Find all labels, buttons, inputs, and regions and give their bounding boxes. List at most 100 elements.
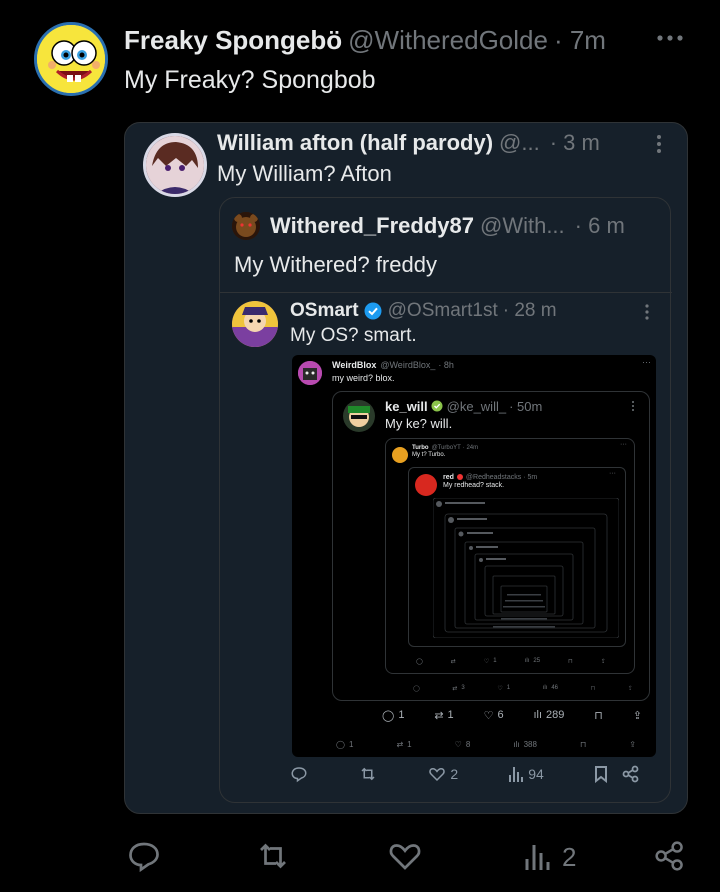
turbo-time[interactable]: · 24m	[463, 445, 478, 451]
osmart-action-bar: ◯ 1 ⇄ 1 ♡ 8 ılı 388 ⊓ ⇪	[336, 737, 636, 751]
osmart-like-button[interactable]: ♡ 8	[455, 740, 471, 749]
main-views-button[interactable]: 2	[524, 840, 576, 874]
freddy-author-name[interactable]: Withered_Freddy87	[270, 213, 474, 239]
osmart-bookmark-icon[interactable]: ⊓	[580, 740, 586, 749]
weirdblox-views-icon: ılı	[533, 709, 543, 721]
kewill-time[interactable]: · 50m	[509, 399, 542, 414]
kewill-share-icon[interactable]: ⇪	[628, 685, 633, 692]
kewill-header: ke_will @ke_will_ · 50m	[385, 398, 615, 414]
quote-card-turbo[interactable]: Turbo @TurboYT · 24m ··· My t? Turbo. re…	[385, 438, 635, 674]
william-avatar[interactable]	[143, 133, 207, 197]
turbo-reply-icon[interactable]: ◯	[416, 658, 423, 665]
weirdblox-share-icon[interactable]: ⇪	[633, 709, 642, 722]
weirdblox-time[interactable]: · 8h	[438, 360, 454, 370]
red-time[interactable]: · 5m	[523, 474, 537, 481]
william-handle[interactable]: @...	[499, 130, 540, 156]
views-icon	[525, 845, 550, 870]
william-more-icon[interactable]	[655, 133, 663, 155]
freddy-tweet-text: My Withered? freddy	[234, 252, 437, 277]
quote-card-kewill[interactable]: ke_will @ke_will_ · 50m My ke? will. Tur…	[332, 391, 650, 701]
main-more-icon[interactable]	[654, 28, 686, 48]
kewill-retweet-icon: ⇄	[452, 685, 458, 692]
osmart-more-icon[interactable]	[644, 303, 650, 321]
osmart-reply-button[interactable]: ◯ 1	[336, 740, 353, 749]
osmart-retweet-button[interactable]: ⇄ 1	[396, 740, 411, 749]
turbo-like-button[interactable]: ♡ 1	[484, 658, 497, 665]
kewill-more-icon[interactable]	[631, 400, 635, 412]
kewill-like-count: 1	[506, 685, 511, 691]
william-like-button[interactable]: 2	[428, 765, 458, 783]
osmart-author-name[interactable]: OSmart	[290, 300, 359, 322]
share-icon	[655, 841, 683, 871]
kewill-bookmark-icon[interactable]: ⊓	[591, 685, 596, 692]
kewill-views-button[interactable]: ılı 46	[543, 685, 558, 691]
main-like-button[interactable]	[386, 838, 424, 874]
main-retweet-button[interactable]	[254, 838, 292, 874]
turbo-views-button[interactable]: ılı 25	[525, 658, 540, 664]
weirdblox-handle[interactable]: @WeirdBlox_	[380, 360, 435, 370]
weirdblox-retweet-button[interactable]: ⇄ 1	[434, 709, 453, 722]
william-views-button[interactable]: 94	[508, 765, 544, 783]
osmart-time[interactable]: · 28 m	[503, 300, 557, 322]
weirdblox-more-icon[interactable]: ···	[642, 357, 651, 367]
turbo-share-icon[interactable]: ⇪	[601, 658, 606, 665]
william-author-name[interactable]: William afton (half parody)	[217, 130, 493, 156]
william-retweet-icon[interactable]	[358, 765, 378, 783]
kewill-reply-icon[interactable]: ◯	[413, 685, 420, 692]
turbo-author-name[interactable]: Turbo	[412, 445, 429, 451]
weirdblox-avatar[interactable]	[298, 361, 322, 385]
kewill-handle[interactable]: @ke_will_	[447, 399, 506, 414]
weirdblox-author-name[interactable]: WeirdBlox	[332, 360, 376, 370]
osmart-views-button[interactable]: ılı 388	[513, 740, 537, 749]
osmart-handle[interactable]: @OSmart1st	[388, 300, 498, 322]
embedded-screenshot[interactable]: WeirdBlox @WeirdBlox_ · 8h ··· my weird?…	[292, 355, 656, 757]
weirdblox-reply-button[interactable]: ◯ 1	[382, 709, 404, 722]
william-action-bar: 2 94	[290, 763, 640, 785]
nested-quote-frames	[433, 498, 619, 638]
turbo-handle[interactable]: @TurboYT	[432, 445, 461, 451]
weirdblox-heart-icon: ♡	[483, 709, 494, 722]
red-author-name[interactable]: red	[443, 474, 454, 481]
turbo-bookmark-icon[interactable]: ⊓	[568, 658, 573, 665]
william-bookmark-icon[interactable]	[594, 765, 608, 783]
turbo-avatar[interactable]	[392, 447, 408, 463]
red-more-icon[interactable]: ···	[609, 470, 616, 477]
red-header: red @Redheadstacks · 5m	[443, 472, 613, 482]
red-avatar[interactable]	[415, 474, 437, 496]
kewill-retweet-button[interactable]: ⇄ 3	[452, 685, 464, 692]
retweet-icon	[260, 843, 286, 869]
osmart-heart-icon: ♡	[454, 739, 462, 749]
osmart-avatar[interactable]	[232, 301, 278, 347]
turbo-retweet-icon[interactable]: ⇄	[451, 658, 456, 665]
main-share-button[interactable]	[654, 840, 686, 872]
main-time[interactable]: · 7m	[554, 25, 606, 56]
turbo-more-icon[interactable]: ···	[620, 441, 627, 448]
quote-card-freddy[interactable]: Withered_Freddy87 @With... · 6 m My With…	[219, 197, 672, 804]
weirdblox-action-bar: ◯ 1 ⇄ 1 ♡ 6 ılı 289 ⊓ ⇪	[382, 707, 642, 723]
freddy-avatar[interactable]	[232, 212, 260, 240]
main-reply-button[interactable]	[126, 838, 162, 874]
turbo-views-count: 25	[533, 658, 541, 664]
william-share-icon[interactable]	[622, 765, 640, 783]
quote-card-william[interactable]: William afton (half parody) @... · 3 m M…	[124, 122, 688, 814]
freddy-time[interactable]: · 6 m	[575, 213, 625, 239]
verified-badge-icon	[364, 302, 382, 320]
osmart-reply-icon: ◯	[336, 739, 345, 749]
kewill-author-name[interactable]: ke_will	[385, 399, 428, 414]
weirdblox-like-button[interactable]: ♡ 6	[484, 709, 504, 722]
main-avatar[interactable]	[34, 22, 108, 96]
quote-card-osmart[interactable]: OSmart @OSmart1st · 28 m My OS? smart. W…	[220, 292, 672, 804]
weirdblox-bookmark-icon[interactable]: ⊓	[594, 709, 603, 722]
freddy-handle[interactable]: @With...	[480, 213, 565, 239]
kewill-avatar[interactable]	[343, 400, 375, 432]
main-author-name[interactable]: Freaky Spongebö	[124, 25, 342, 56]
william-reply-icon[interactable]	[290, 765, 308, 783]
kewill-action-bar: ◯ ⇄ 3 ♡ 1 ılı 46 ⊓ ⇪	[413, 682, 633, 694]
weirdblox-views-button[interactable]: ılı 289	[533, 709, 564, 721]
kewill-like-button[interactable]: ♡ 1	[497, 685, 510, 692]
william-time[interactable]: · 3 m	[550, 130, 600, 156]
red-handle[interactable]: @Redheadstacks	[466, 474, 521, 481]
main-handle[interactable]: @WitheredGolde	[348, 25, 548, 56]
quote-card-red[interactable]: red @Redheadstacks · 5m ··· My redhead? …	[408, 467, 626, 647]
osmart-share-icon[interactable]: ⇪	[629, 740, 636, 749]
